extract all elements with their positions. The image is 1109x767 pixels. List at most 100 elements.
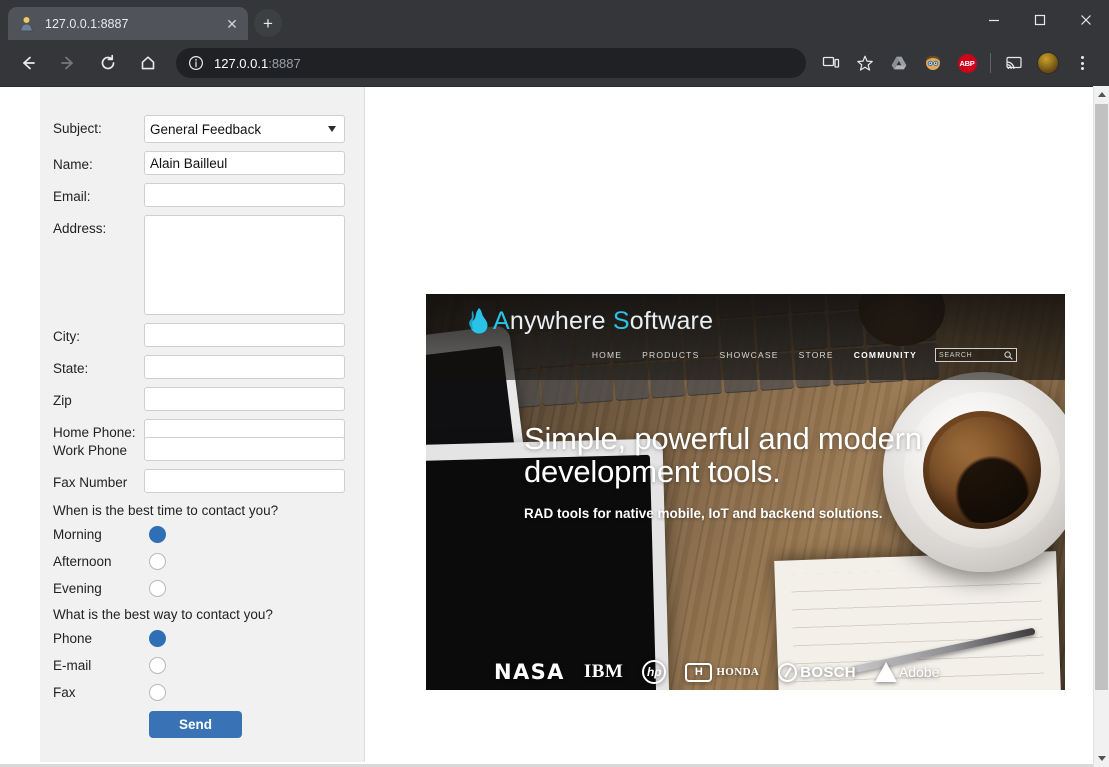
radio-afternoon[interactable] xyxy=(149,553,166,570)
site-logo[interactable]: Anywhere Software xyxy=(466,304,1039,338)
banner-search-input[interactable]: SEARCH xyxy=(935,348,1017,362)
flame-icon xyxy=(466,307,490,335)
reload-icon[interactable] xyxy=(93,48,123,78)
url-text: 127.0.0.1:8887 xyxy=(214,56,301,71)
logo-s: S xyxy=(612,306,630,335)
toolbar-divider xyxy=(990,53,991,73)
hero-block: Simple, powerful and modern development … xyxy=(524,422,1004,521)
radio-row-fax[interactable]: Fax xyxy=(40,684,364,701)
radio-evening[interactable] xyxy=(149,580,166,597)
radio-label-evening: Evening xyxy=(53,581,102,596)
url-host: 127.0.0.1 xyxy=(214,55,269,71)
scrollbar-thumb[interactable] xyxy=(1095,104,1108,690)
google-drive-icon[interactable] xyxy=(885,49,913,77)
cast-device-icon[interactable] xyxy=(817,49,845,77)
scroll-down-icon[interactable] xyxy=(1094,750,1109,767)
home-icon[interactable] xyxy=(133,48,163,78)
state-label: State: xyxy=(53,361,89,376)
adobe-wordmark: Adobe xyxy=(898,664,940,680)
search-icon[interactable] xyxy=(1004,351,1013,360)
radio-row-morning[interactable]: Morning xyxy=(40,526,364,543)
contact-form-panel: Subject: General Feedback Name: Email: A… xyxy=(40,87,365,762)
address-textarea[interactable] xyxy=(144,215,345,315)
bookmark-star-icon[interactable] xyxy=(851,49,879,77)
name-label: Name: xyxy=(53,157,93,172)
web-page: Subject: General Feedback Name: Email: A… xyxy=(0,87,1093,767)
name-input[interactable] xyxy=(144,151,345,175)
nav-link-store[interactable]: STORE xyxy=(799,350,834,360)
toolbar-icons: ABP xyxy=(814,49,1101,77)
nav-link-home[interactable]: HOME xyxy=(592,350,622,360)
city-input[interactable] xyxy=(144,323,345,347)
scroll-up-icon[interactable] xyxy=(1094,86,1109,103)
vertical-scrollbar[interactable] xyxy=(1093,86,1109,767)
nasa-logo: NASA xyxy=(494,660,565,684)
radio-phone[interactable] xyxy=(149,630,166,647)
forward-icon[interactable] xyxy=(53,48,83,78)
radio-email[interactable] xyxy=(149,657,166,674)
email-input[interactable] xyxy=(144,183,345,207)
page-info-icon[interactable] xyxy=(188,55,204,71)
honda-wordmark: HONDA xyxy=(716,666,760,678)
logo-oftware: oftware xyxy=(629,306,714,335)
fax-number-input[interactable] xyxy=(144,469,345,493)
radio-row-evening[interactable]: Evening xyxy=(40,580,364,597)
radio-label-afternoon: Afternoon xyxy=(53,554,112,569)
radio-morning[interactable] xyxy=(149,526,166,543)
search-placeholder: SEARCH xyxy=(939,351,973,359)
honda-mark: H xyxy=(685,662,713,682)
back-icon[interactable] xyxy=(13,48,43,78)
address-label: Address: xyxy=(53,221,107,236)
minimize-icon[interactable] xyxy=(971,4,1017,36)
form-row-work-phone: Work Phone xyxy=(40,437,364,461)
send-button[interactable]: Send xyxy=(149,711,242,738)
chrome-menu-icon[interactable] xyxy=(1068,49,1096,77)
chevron-down-icon xyxy=(328,126,336,132)
radio-row-afternoon[interactable]: Afternoon xyxy=(40,553,364,570)
state-input[interactable] xyxy=(144,355,345,379)
address-bar[interactable]: 127.0.0.1:8887 xyxy=(176,48,806,78)
url-port: :8887 xyxy=(268,55,301,71)
logo-nywhere: nywhere xyxy=(509,306,613,335)
new-tab-button[interactable]: + xyxy=(254,9,282,37)
form-row-email: Email: xyxy=(40,183,364,207)
close-icon[interactable]: ✕ xyxy=(222,14,242,34)
profile-avatar-icon[interactable] xyxy=(1034,49,1062,77)
radio-label-phone: Phone xyxy=(53,631,93,646)
honda-logo: H HONDA xyxy=(685,662,760,682)
form-row-state: State: xyxy=(40,355,364,379)
title-bar: 127.0.0.1:8887 ✕ + xyxy=(0,0,1109,40)
hero-title-line1: Simple, powerful and modern xyxy=(524,421,922,456)
adblock-plus-icon[interactable]: ABP xyxy=(953,49,981,77)
radio-fax[interactable] xyxy=(149,684,166,701)
fax-number-label: Fax Number xyxy=(53,475,128,490)
work-phone-input[interactable] xyxy=(144,437,345,461)
question-best-way: What is the best way to contact you? xyxy=(53,607,273,622)
form-row-subject: Subject: General Feedback xyxy=(40,115,364,143)
zip-input[interactable] xyxy=(144,387,345,411)
nav-link-showcase[interactable]: SHOWCASE xyxy=(719,350,778,360)
brand-logo-strip: NASA IBM hp H HONDA BOSCH Adobe xyxy=(494,660,939,684)
city-label: City: xyxy=(53,329,80,344)
bosch-mark xyxy=(778,662,798,682)
browser-tab[interactable]: 127.0.0.1:8887 ✕ xyxy=(8,7,248,40)
nav-link-community[interactable]: COMMUNITY xyxy=(854,350,917,360)
radio-row-phone[interactable]: Phone xyxy=(40,630,364,647)
zip-label: Zip xyxy=(53,393,72,408)
tab-title: 127.0.0.1:8887 xyxy=(45,16,129,31)
browser-toolbar: 127.0.0.1:8887 ABP xyxy=(0,40,1109,86)
radio-label-morning: Morning xyxy=(53,527,102,542)
close-window-icon[interactable] xyxy=(1063,4,1109,36)
radio-row-email[interactable]: E-mail xyxy=(40,657,364,674)
nav-link-products[interactable]: PRODUCTS xyxy=(642,350,699,360)
cast-icon[interactable] xyxy=(1000,49,1028,77)
subject-selected-value: General Feedback xyxy=(150,121,262,137)
banner-header: Anywhere Software HOME PRODUCTS SHOWCASE… xyxy=(426,294,1065,362)
subject-select[interactable]: General Feedback xyxy=(144,115,345,143)
bosch-logo: BOSCH xyxy=(778,662,856,682)
ibm-logo: IBM xyxy=(583,661,624,682)
form-row-city: City: xyxy=(40,323,364,347)
maximize-icon[interactable] xyxy=(1017,4,1063,36)
extension-face-icon[interactable] xyxy=(919,49,947,77)
banner-nav: HOME PRODUCTS SHOWCASE STORE COMMUNITY S… xyxy=(466,348,1039,362)
